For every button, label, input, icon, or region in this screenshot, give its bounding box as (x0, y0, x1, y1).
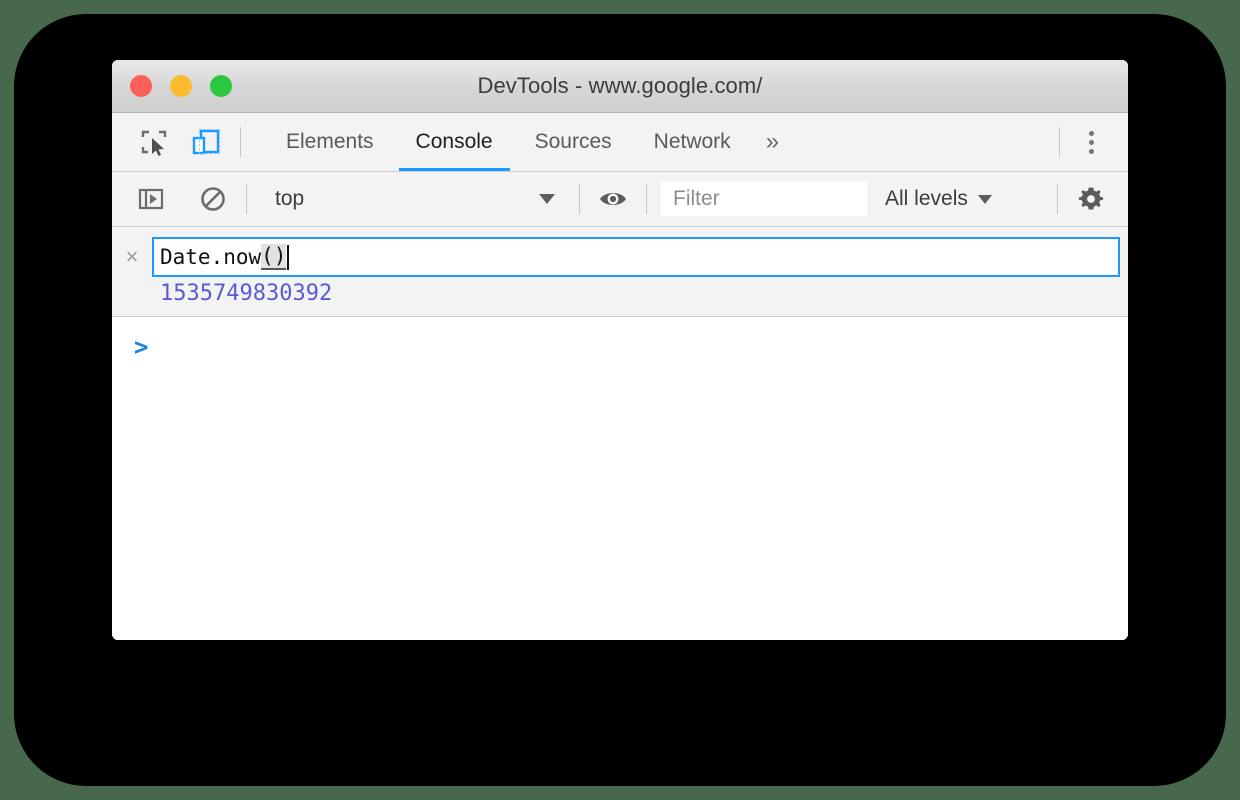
execution-context-select[interactable]: top (265, 172, 565, 226)
panel-tabs: Elements Console Sources Network » (265, 113, 793, 171)
console-toolbar-divider-1 (246, 184, 247, 214)
device-toolbar-icon[interactable] (186, 122, 226, 162)
inspect-element-icon[interactable] (134, 122, 174, 162)
tab-elements[interactable]: Elements (265, 113, 395, 171)
screenshot-stage: DevTools - www.google.com/ Elements Cons… (0, 0, 1240, 800)
tabbar-right-group (1045, 125, 1128, 159)
tab-overflow-chevrons-icon[interactable]: » (752, 113, 793, 171)
console-toolbar-divider-3 (646, 184, 647, 214)
log-levels-dropdown[interactable]: All levels (885, 187, 992, 211)
console-command-typed: Date.now (160, 245, 262, 269)
text-caret (287, 244, 290, 270)
maximize-button[interactable] (210, 75, 232, 97)
console-toolbar-divider-2 (579, 184, 580, 214)
window-controls (130, 75, 232, 97)
console-result-value: 1535749830392 (160, 281, 333, 306)
tabbar-right-divider (1059, 127, 1060, 157)
close-button[interactable] (130, 75, 152, 97)
filter-input[interactable] (661, 182, 867, 216)
log-levels-label: All levels (885, 187, 968, 210)
window-title: DevTools - www.google.com/ (477, 73, 763, 98)
chevron-down-icon (539, 194, 555, 204)
chevron-down-icon (977, 194, 992, 204)
console-toolbar-right (1043, 180, 1128, 218)
minimize-button[interactable] (170, 75, 192, 97)
console-command-row: × Date.now() (112, 227, 1128, 277)
devtools-tabbar: Elements Console Sources Network » (112, 113, 1128, 172)
settings-gear-icon[interactable] (1072, 180, 1110, 218)
live-expression-eye-icon[interactable] (594, 180, 632, 218)
prompt-chevron-icon: > (134, 333, 149, 361)
console-result-row: 1535749830392 (112, 277, 1128, 306)
console-command-block: × Date.now() 1535749830392 (112, 227, 1128, 317)
console-toolbar-divider-4 (1057, 184, 1058, 214)
console-body: × Date.now() 1535749830392 > (112, 227, 1128, 640)
show-console-sidebar-icon[interactable] (132, 180, 170, 218)
console-command-autocomplete: () (261, 244, 287, 270)
console-toolbar: top All levels (112, 172, 1128, 227)
devtools-window: DevTools - www.google.com/ Elements Cons… (112, 60, 1128, 640)
kebab-menu-icon[interactable] (1074, 125, 1108, 159)
console-command-text: Date.now() (160, 244, 290, 270)
clear-console-icon[interactable] (194, 180, 232, 218)
tabbar-divider (240, 127, 241, 157)
execution-context-value: top (275, 187, 305, 210)
window-titlebar: DevTools - www.google.com/ (112, 60, 1128, 113)
tab-network[interactable]: Network (633, 113, 752, 171)
console-new-prompt-row[interactable]: > (112, 317, 1128, 361)
console-prompt-input[interactable]: Date.now() (152, 237, 1120, 277)
close-icon[interactable]: × (112, 246, 152, 268)
tab-console[interactable]: Console (395, 113, 514, 171)
tab-sources[interactable]: Sources (514, 113, 633, 171)
